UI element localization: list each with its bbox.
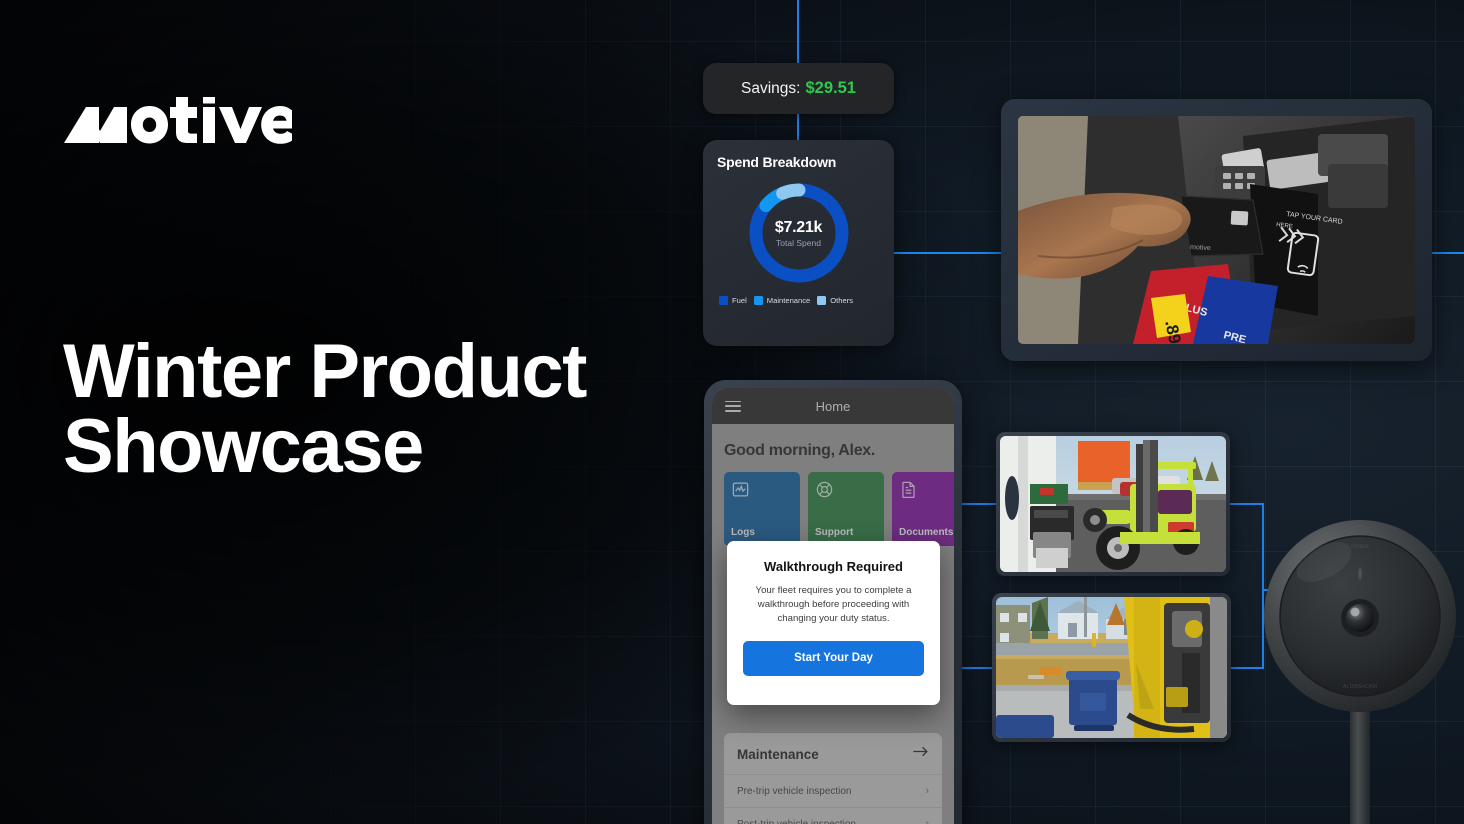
legend-label-fuel: Fuel — [732, 296, 747, 305]
savings-label: Savings: — [741, 79, 801, 97]
walkthrough-modal: Walkthrough Required Your fleet requires… — [727, 541, 940, 705]
legend-label-maintenance: Maintenance — [766, 296, 811, 305]
svg-text:motive: motive — [1190, 244, 1211, 252]
spend-breakdown-title: Spend Breakdown — [717, 154, 837, 170]
connector-bracket-top — [1228, 503, 1264, 505]
modal-title: Walkthrough Required — [764, 559, 903, 574]
savings-value: $29.51 — [805, 79, 856, 97]
legend-item-others: Others — [817, 296, 853, 305]
start-your-day-button[interactable]: Start Your Day — [743, 640, 924, 676]
modal-body-text: Your fleet requires you to complete a wa… — [755, 585, 912, 625]
legend-label-others: Others — [830, 296, 854, 305]
legend-swatch-others — [817, 296, 827, 305]
connector-vertical-top — [797, 0, 799, 64]
donut-total-caption: Total Spend — [776, 237, 821, 248]
donut-total-amount: $7.21k — [774, 218, 823, 236]
tablet-device-frame: TAP YOUR CARD HERE motive PLUS PRE .89 — [1001, 99, 1432, 361]
donut-center-labels: $7.21k Total Spend — [747, 181, 851, 285]
forklift-photo — [1000, 436, 1226, 572]
legend-swatch-fuel — [719, 296, 728, 305]
connector-horizontal-spend-tablet — [893, 252, 1003, 254]
page-title: Winter Product Showcase — [63, 329, 703, 490]
connector-vertical-savings-spend — [797, 113, 799, 141]
legend-swatch-maintenance — [753, 296, 763, 305]
connector-horizontal-right-edge — [1430, 252, 1464, 254]
spend-breakdown-card: Spend Breakdown $7.21k Total Spend Fuel … — [703, 140, 894, 346]
fuel-pump-photo: TAP YOUR CARD HERE motive PLUS PRE .89 — [1018, 116, 1415, 344]
recycling-bin-photo — [996, 597, 1227, 738]
motive-logo — [64, 97, 298, 149]
savings-pill: Savings: $29.51 — [703, 63, 894, 114]
hero-line-1: Winter Product — [63, 329, 588, 414]
hero-line-2: Showcase — [63, 404, 424, 490]
svg-text:motive: motive — [1351, 544, 1369, 550]
connector-phone-thumb2 — [962, 667, 994, 669]
legend-item-maintenance: Maintenance — [753, 296, 811, 305]
ai-dashcam-device: motive AI DASHCAM — [1254, 510, 1464, 824]
dashcam-thumbnail-forklift — [996, 432, 1230, 576]
spend-donut-chart: $7.21k Total Spend — [747, 181, 851, 285]
legend-item-fuel: Fuel — [719, 296, 747, 305]
spend-legend: Fuel Maintenance Others — [717, 296, 880, 305]
svg-text:AI DASHCAM: AI DASHCAM — [1343, 684, 1378, 690]
showcase-canvas: Winter Product Showcase Savings: $29.51 … — [0, 0, 1464, 824]
dashcam-thumbnail-recycling — [992, 593, 1231, 742]
connector-phone-thumb1 — [962, 503, 998, 505]
